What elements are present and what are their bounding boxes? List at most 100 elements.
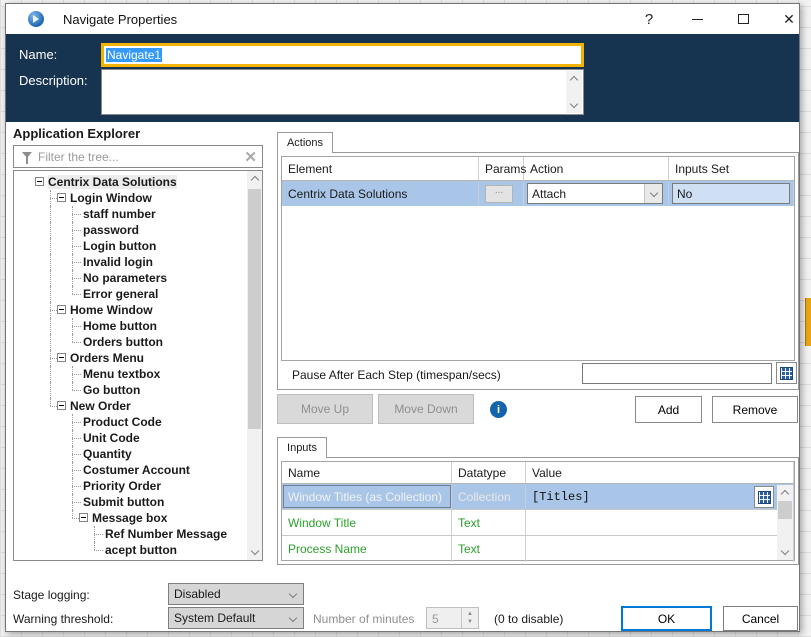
move-down-button[interactable]: Move Down [378,394,474,424]
scroll-thumb[interactable] [778,501,792,519]
tree-item[interactable]: New Order [14,398,246,414]
tree-guide [72,230,81,231]
info-icon[interactable]: i [490,401,507,418]
tree-item-label: Home Window [70,303,153,317]
tree-item[interactable]: Menu textbox [14,366,246,382]
remove-button[interactable]: Remove [712,396,798,423]
clear-filter-icon[interactable]: ✕ [244,148,257,166]
input-value-cell[interactable] [526,510,794,535]
scroll-down-icon[interactable] [566,98,582,113]
move-up-button[interactable]: Move Up [277,394,373,424]
tree-guide [72,214,73,222]
help-button[interactable]: ? [635,4,663,34]
element-cell[interactable]: Centrix Data Solutions [282,181,479,206]
collapse-toggle-icon[interactable] [57,305,66,314]
tree-item[interactable]: Unit Code [14,430,246,446]
input-name-cell[interactable]: Window Titles (as Collection) [282,484,452,509]
tree-guide [50,406,57,407]
table-row[interactable]: Window Title Text [282,510,794,536]
input-name-cell[interactable]: Process Name [282,536,452,562]
action-select-value: Attach [532,187,566,201]
column-action: Action [524,157,669,180]
inputs-set-value[interactable]: No [672,183,790,204]
tree-guide [50,310,51,318]
tree-item[interactable]: acept button [14,542,246,558]
description-value [104,72,564,112]
value-expression-button[interactable] [754,486,774,508]
scroll-up-icon[interactable] [247,171,262,186]
collapse-toggle-icon[interactable] [79,513,88,522]
scroll-up-icon[interactable] [777,485,793,500]
description-field[interactable] [101,69,584,115]
tree-item[interactable]: Ref Number Message [14,526,246,542]
scroll-thumb[interactable] [248,189,261,429]
table-row[interactable]: Process Name Text [282,536,794,562]
scroll-down-icon[interactable] [777,545,793,560]
stage-logging-select[interactable]: Disabled [168,583,304,605]
tree-item[interactable]: Costumer Account [14,462,246,478]
tree-item[interactable]: Product Code [14,414,246,430]
collapse-toggle-icon[interactable] [57,401,66,410]
tree-item-label: Product Code [83,415,162,429]
tree-item[interactable]: Go button [14,382,246,398]
tree-item[interactable]: Centrix Data Solutions [14,174,246,190]
tree-item-label: Login Window [70,191,152,205]
scroll-up-icon[interactable] [566,71,582,86]
arrow-down-icon[interactable]: ▼ [467,619,473,625]
minutes-value: 5 [432,612,439,626]
tree-item[interactable]: Priority Order [14,478,246,494]
tree-guide [72,494,73,502]
tree-item[interactable]: Home Window [14,302,246,318]
filter-input[interactable] [38,148,238,165]
collapse-toggle-icon[interactable] [35,177,44,186]
tree-item[interactable]: Home button [14,318,246,334]
table-row[interactable]: Window Titles (as Collection) Collection… [282,484,794,510]
input-name-cell[interactable]: Window Title [282,510,452,535]
collapse-toggle-icon[interactable] [57,353,66,362]
tree-item[interactable]: staff number [14,206,246,222]
collapse-toggle-icon[interactable] [57,193,66,202]
tree-item[interactable]: Invalid login [14,254,246,270]
tree-item[interactable]: Login button [14,238,246,254]
actions-table-header: Element Params Action Inputs Set [282,157,794,181]
name-input[interactable]: Navigate1 [101,43,584,67]
pause-expression-button[interactable] [776,362,797,384]
tab-inputs: Inputs [277,437,327,458]
cancel-button[interactable]: Cancel [723,606,798,631]
tree-item[interactable]: No parameters [14,270,246,286]
description-scrollbar[interactable] [566,71,582,113]
chevron-down-icon[interactable] [644,184,662,203]
arrow-up-icon[interactable]: ▲ [467,611,473,617]
maximize-button[interactable] [729,4,757,34]
input-value-cell[interactable] [526,536,794,562]
warning-threshold-select[interactable]: System Default [168,607,304,629]
tree-scrollbar[interactable] [247,171,262,560]
stepper-arrows[interactable]: ▲▼ [461,608,478,628]
tree-item-label: Submit button [83,495,164,509]
tree-item[interactable]: Submit button [14,494,246,510]
ok-button[interactable]: OK [621,606,712,631]
titlebar[interactable]: Navigate Properties ? ✕ [6,4,799,34]
tree-item[interactable]: Error general [14,286,246,302]
tree-item[interactable]: Orders Menu [14,350,246,366]
add-button[interactable]: Add [635,396,702,423]
close-button[interactable]: ✕ [775,4,803,34]
pause-input[interactable] [582,363,772,384]
tree-item[interactable]: password [14,222,246,238]
tree-item[interactable]: Quantity [14,446,246,462]
tree-item[interactable]: Message box [14,510,246,526]
minutes-stepper[interactable]: 5 ▲▼ [426,607,479,629]
minimize-button[interactable] [683,4,711,34]
name-label: Name: [19,47,57,62]
tree-guide [72,318,73,326]
scroll-down-icon[interactable] [247,545,262,560]
tree-guide [72,278,73,286]
inputs-scrollbar[interactable] [777,485,793,560]
tree-item[interactable]: Login Window [14,190,246,206]
actions-table: Element Params Action Inputs Set Centrix… [281,156,795,361]
tree-item[interactable]: Orders button [14,334,246,350]
params-button[interactable]: ... [485,185,513,203]
tree-item-label: Invalid login [83,255,153,269]
table-row[interactable]: Centrix Data Solutions ... Attach No [282,181,794,206]
action-select[interactable]: Attach [527,183,663,204]
